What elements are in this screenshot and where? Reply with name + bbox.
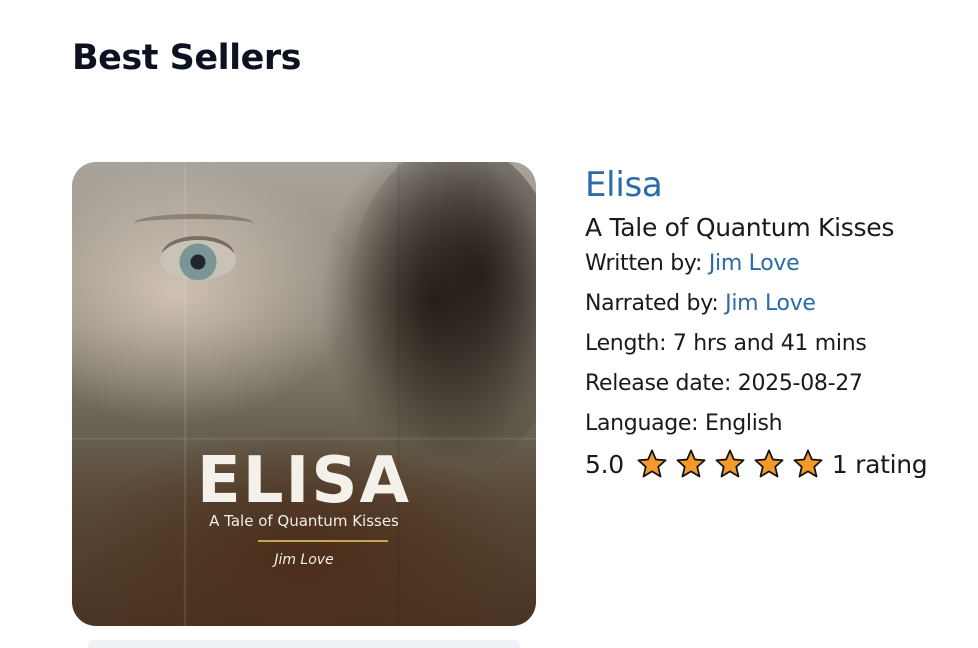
narrated-by-line: Narrated by: Jim Love: [585, 284, 927, 324]
written-by-line: Written by: Jim Love: [585, 244, 927, 284]
rating-count: 1 rating: [831, 449, 928, 479]
star-icon: [793, 449, 823, 478]
next-card-edge: [88, 640, 520, 648]
length-line: Length: 7 hrs and 41 mins: [585, 331, 867, 356]
book-cover-image[interactable]: ELISA A Tale of Quantum Kisses Jim Love: [72, 162, 536, 626]
cover-brow-shape: [134, 214, 254, 233]
book-info: Elisa A Tale of Quantum Kisses Written b…: [585, 164, 928, 480]
cover-subtitle-text: A Tale of Quantum Kisses: [209, 512, 399, 530]
star-icon: [715, 449, 745, 478]
star-icon: [676, 449, 706, 478]
release-date-line: Release date: 2025-08-27: [585, 371, 863, 396]
rating-row: 5.0 1 rating: [585, 448, 928, 480]
cover-divider: [258, 540, 388, 542]
book-title-link[interactable]: Elisa: [585, 164, 927, 206]
section-title: Best Sellers: [72, 38, 301, 78]
star-icon: [754, 449, 784, 478]
written-by-label: Written by:: [585, 251, 703, 276]
narrated-by-label: Narrated by:: [585, 291, 719, 316]
book-subtitle: A Tale of Quantum Kisses: [585, 213, 895, 242]
cover-eye-shape: [160, 240, 236, 280]
language-line: Language: English: [585, 411, 783, 436]
star-icon: [637, 449, 667, 478]
cover-author-text: Jim Love: [274, 552, 334, 568]
narrator-link[interactable]: Jim Love: [725, 291, 816, 316]
rating-stars: [636, 448, 824, 480]
author-link[interactable]: Jim Love: [709, 251, 800, 276]
rating-value: 5.0: [585, 449, 624, 479]
cover-title-text: ELISA: [197, 444, 411, 518]
